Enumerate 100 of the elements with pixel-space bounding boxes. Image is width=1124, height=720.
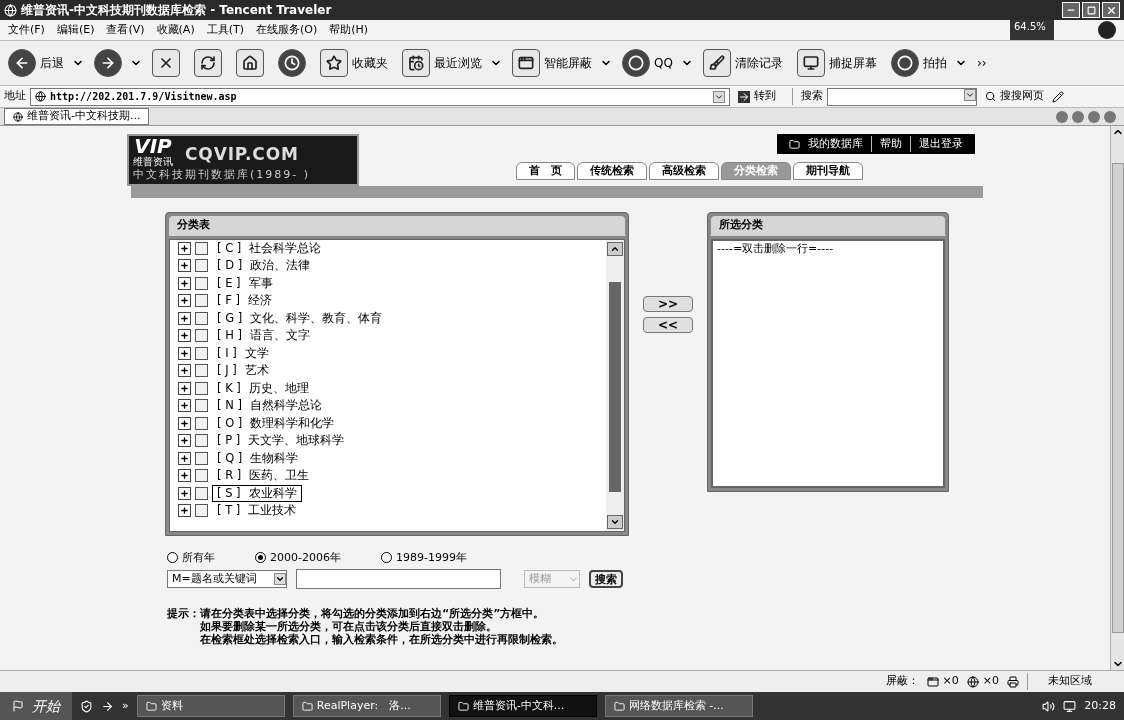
category-item[interactable]: [ G ] 文化、科学、教育、体育 — [212, 309, 388, 327]
taskbar-button[interactable]: RealPlayer: 洛... — [292, 695, 441, 717]
expand-icon[interactable] — [178, 381, 191, 395]
category-item[interactable]: [ Q ] 生物科学 — [212, 449, 304, 467]
scroll-up-icon[interactable] — [607, 241, 623, 256]
category-item[interactable]: [ N ] 自然科学总论 — [212, 397, 327, 415]
checkbox[interactable] — [195, 259, 208, 273]
toolbar-button[interactable]: 捕捉屏幕 — [792, 45, 881, 81]
close-button[interactable] — [1102, 2, 1120, 18]
checkbox[interactable] — [195, 451, 208, 465]
checkbox[interactable] — [195, 276, 208, 290]
volume-icon[interactable] — [1042, 699, 1056, 713]
selected-item[interactable]: ----=双击删除一行=---- — [717, 240, 939, 257]
checkbox[interactable] — [195, 504, 208, 518]
radio-icon[interactable] — [255, 552, 266, 564]
pencil-icon[interactable] — [1052, 90, 1064, 103]
expand-icon[interactable] — [178, 259, 191, 273]
expand-icon[interactable] — [178, 504, 191, 518]
toolbar-button[interactable]: 后退 — [4, 45, 68, 81]
menu-item[interactable]: 在线服务(O) — [256, 21, 318, 39]
tab-control-icon[interactable] — [1104, 110, 1116, 123]
quick-launch-icon[interactable] — [80, 699, 93, 713]
category-item[interactable]: [ P ] 天文学、地球科学 — [212, 432, 350, 450]
tab-control-icon[interactable] — [1088, 110, 1100, 123]
expand-icon[interactable] — [178, 451, 191, 465]
go-button[interactable]: 转到 — [734, 88, 780, 105]
scrollbar-thumb[interactable] — [1111, 163, 1124, 633]
dropdown-caret-icon[interactable] — [713, 90, 725, 103]
browser-tab[interactable]: 维普资讯-中文科技期... — [4, 108, 150, 125]
expand-icon[interactable] — [178, 399, 191, 413]
toolbar-button[interactable]: 收藏夹 — [316, 45, 392, 81]
search-button[interactable]: 搜索 — [589, 570, 623, 588]
expand-icon[interactable] — [178, 364, 191, 378]
expand-icon[interactable] — [178, 416, 191, 430]
expand-icon[interactable] — [178, 294, 191, 308]
category-item[interactable]: [ T ] 工业技术 — [212, 502, 302, 520]
category-item[interactable]: [ E ] 军事 — [212, 274, 278, 292]
year-radio[interactable]: 1989-1999年 — [380, 549, 467, 566]
more-button[interactable]: ›› — [976, 54, 987, 72]
checkbox[interactable] — [195, 469, 208, 483]
transfer-button[interactable]: << — [643, 316, 693, 333]
menu-item[interactable]: 帮助(H) — [329, 21, 369, 39]
year-radio[interactable]: 所有年 — [167, 549, 215, 566]
menu-item[interactable]: 编辑(E) — [56, 21, 95, 39]
page-scrollbar[interactable] — [1110, 126, 1124, 670]
category-item[interactable]: [ D ] 政治、法律 — [212, 257, 316, 275]
checkbox[interactable] — [195, 416, 208, 430]
dropdown-caret-icon[interactable] — [274, 573, 286, 585]
taskbar-button[interactable]: 资料 — [136, 695, 285, 717]
nav-tab[interactable]: 传统检索 — [577, 162, 647, 180]
transfer-button[interactable]: >> — [643, 295, 693, 312]
monitor-icon[interactable] — [1063, 699, 1077, 713]
quick-launch-icon[interactable] — [101, 699, 114, 713]
scroll-down-icon[interactable] — [607, 514, 623, 529]
start-button[interactable]: 开始 — [0, 692, 72, 720]
user-link[interactable]: 退出登录 — [910, 135, 963, 153]
address-field[interactable]: http://202.201.7.9/Visitnew.asp — [30, 87, 730, 106]
nav-tab[interactable]: 期刊导航 — [793, 162, 863, 180]
scrollbar[interactable] — [606, 239, 624, 531]
expand-icon[interactable] — [178, 486, 191, 500]
toolbar-button[interactable]: 拍拍 — [886, 45, 951, 81]
selected-list[interactable]: ----=双击删除一行=---- — [711, 238, 945, 488]
search-field[interactable] — [827, 87, 977, 106]
search-engine-button[interactable]: 搜搜网页 — [981, 88, 1048, 105]
tab-control-icon[interactable] — [1056, 110, 1068, 123]
user-link[interactable]: 帮助 — [871, 135, 902, 153]
expand-icon[interactable] — [178, 329, 191, 343]
checkbox[interactable] — [195, 381, 208, 395]
toolbar-button[interactable]: 最近浏览 — [398, 45, 486, 81]
toolbar-button[interactable]: QQ — [618, 45, 677, 81]
checkbox[interactable] — [195, 346, 208, 360]
tab-control-icon[interactable] — [1072, 110, 1084, 123]
category-item[interactable]: [ C ] 社会科学总论 — [212, 239, 327, 257]
nav-tab[interactable]: 首 页 — [516, 162, 575, 180]
expand-icon[interactable] — [178, 434, 191, 448]
printer-icon[interactable] — [1007, 675, 1019, 688]
checkbox[interactable] — [195, 329, 208, 343]
category-item[interactable]: [ J ] 艺术 — [212, 362, 274, 380]
checkbox[interactable] — [195, 241, 208, 255]
checkbox[interactable] — [195, 434, 208, 448]
toolbar-button[interactable]: 智能屏蔽 — [508, 45, 596, 81]
taskbar-button[interactable]: 维普资讯-中文科... — [448, 695, 597, 717]
field-select[interactable]: M=题名或关键词 — [167, 570, 287, 588]
minimize-button[interactable] — [1062, 2, 1080, 18]
category-item[interactable]: [ I ] 文学 — [212, 344, 274, 362]
checkbox[interactable] — [195, 311, 208, 325]
category-item[interactable]: [ K ] 历史、地理 — [212, 379, 314, 397]
nav-tab[interactable]: 高级检索 — [649, 162, 719, 180]
checkbox[interactable] — [195, 364, 208, 378]
menu-item[interactable]: 工具(T) — [206, 21, 244, 39]
taskbar-button[interactable]: 网络数据库检索 -... — [604, 695, 753, 717]
menu-item[interactable]: 文件(F) — [8, 21, 45, 39]
checkbox[interactable] — [195, 399, 208, 413]
category-item[interactable]: [ S ] 农业科学 — [212, 484, 302, 502]
scrollbar-thumb[interactable] — [609, 281, 621, 492]
expand-icon[interactable] — [178, 346, 191, 360]
radio-icon[interactable] — [167, 552, 178, 564]
maximize-button[interactable] — [1082, 2, 1100, 18]
expand-icon[interactable] — [178, 469, 191, 483]
checkbox[interactable] — [195, 486, 208, 500]
